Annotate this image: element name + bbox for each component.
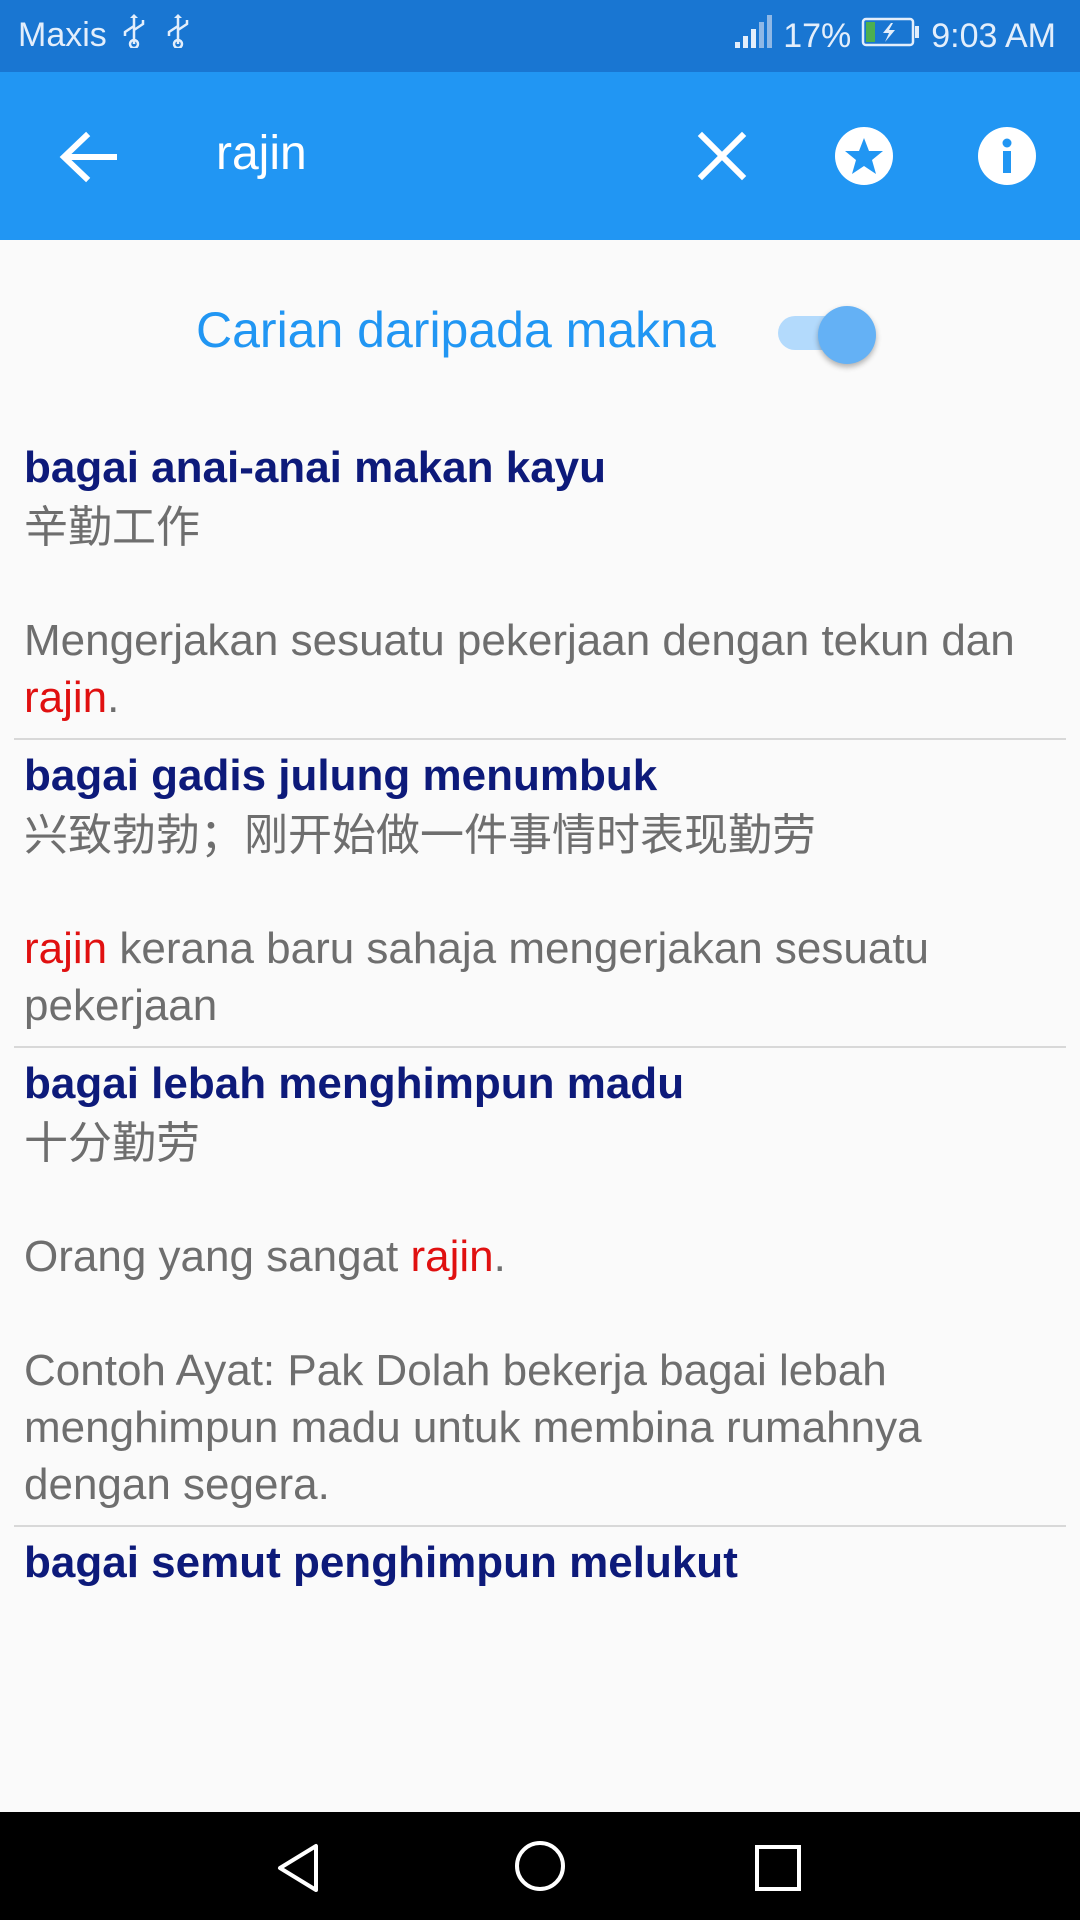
search-query[interactable]: rajin: [216, 124, 307, 184]
usb-icon: [117, 14, 151, 57]
entry-chinese-meaning: 十分勤劳: [24, 1118, 200, 1169]
highlighted-term: rajin: [24, 673, 108, 722]
list-item[interactable]: bagai anai-anai makan kayu 辛勤工作 Mengerjaka…: [14, 432, 1066, 740]
navigation-bar: [0, 1812, 1080, 1920]
results-list: bagai anai-anai makan kayu 辛勤工作 Mengerjaka…: [14, 432, 1066, 1603]
battery-percent: 17%: [783, 17, 852, 55]
usb-icon: [161, 14, 195, 57]
entry-definition: Contoh Ayat: Pak Dolah bekerja bagai leb…: [24, 1342, 1056, 1513]
app-bar: rajin: [0, 72, 1080, 240]
list-item[interactable]: bagai semut penghimpun melukut: [14, 1527, 1066, 1603]
carrier-name: Maxis: [18, 16, 107, 54]
entry-chinese-meaning: 兴致勃勃；刚开始做一件事情时表现勤劳: [24, 810, 816, 861]
entry-title: bagai lebah menghimpun madu: [24, 1059, 685, 1108]
definition-text: Mengerjakan sesuatu pekerjaan dengan tek…: [24, 616, 1015, 665]
star-favorite-icon[interactable]: [834, 126, 894, 186]
entry-title: bagai anai-anai makan kayu: [24, 443, 607, 492]
meaning-search-switch[interactable]: [778, 306, 876, 364]
status-right: 17% 9:03 AM: [733, 14, 1056, 59]
meaning-search-toggle-row: Carian daripada makna: [0, 290, 1080, 370]
entry-definition: Mengerjakan sesuatu pekerjaan dengan tek…: [24, 612, 1056, 726]
entry-title: bagai semut penghimpun melukut: [24, 1538, 738, 1587]
clock: 9:03 AM: [931, 17, 1056, 55]
definition-text: .: [107, 673, 120, 722]
status-left: Maxis: [18, 14, 195, 57]
definition-text: kerana baru sahaja mengerjakan sesuatu p…: [24, 924, 930, 1030]
nav-home-icon[interactable]: [512, 1838, 568, 1894]
toggle-label: Carian daripada makna: [196, 302, 716, 358]
list-item[interactable]: bagai gadis julung menumbuk 兴致勃勃；刚开始做一件事情…: [14, 740, 1066, 1048]
back-arrow-icon[interactable]: [54, 122, 124, 192]
signal-icon: [733, 14, 773, 59]
info-icon[interactable]: [977, 126, 1037, 186]
close-icon[interactable]: [690, 124, 754, 188]
definition-text: Contoh Ayat: Pak Dolah bekerja bagai leb…: [24, 1346, 922, 1509]
switch-thumb: [818, 306, 876, 364]
nav-back-icon[interactable]: [272, 1840, 328, 1896]
highlighted-term: rajin: [24, 924, 108, 973]
list-item[interactable]: bagai lebah menghimpun madu 十分勤劳 Orang yan…: [14, 1048, 1066, 1527]
entry-definition: Orang yang sangat rajin.: [24, 1228, 1056, 1285]
entry-chinese-meaning: 辛勤工作: [24, 502, 200, 553]
definition-text: Orang yang sangat: [24, 1232, 411, 1281]
entry-title: bagai gadis julung menumbuk: [24, 751, 658, 800]
highlighted-term: rajin: [410, 1232, 494, 1281]
nav-recent-apps-icon[interactable]: [752, 1842, 804, 1894]
entry-definition: rajin kerana baru sahaja mengerjakan ses…: [24, 920, 1056, 1034]
battery-charging-icon: [861, 17, 921, 56]
definition-text: .: [493, 1232, 506, 1281]
status-bar: Maxis 17% 9:03 AM: [0, 0, 1080, 72]
